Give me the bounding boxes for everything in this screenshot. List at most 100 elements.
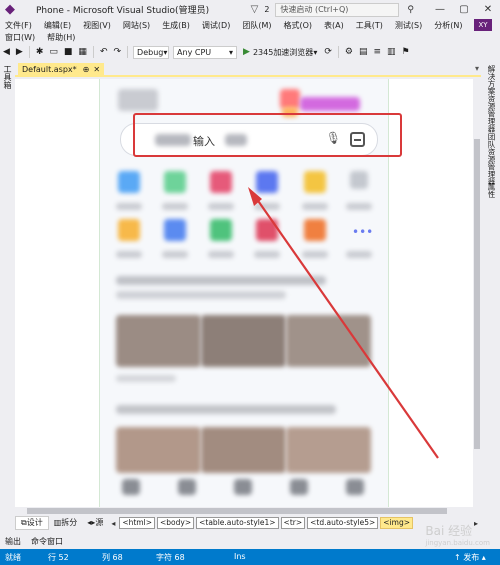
vertical-scrollbar[interactable]: [473, 79, 481, 507]
breadcrumb-body[interactable]: <body>: [156, 517, 195, 529]
tab-list-dropdown-icon[interactable]: ▾: [475, 64, 479, 73]
save-icon[interactable]: ■: [61, 47, 76, 57]
app-icon: [256, 171, 278, 193]
quick-launch-input[interactable]: 快速启动 (Ctrl+Q): [275, 2, 400, 17]
app-icon: [304, 219, 326, 241]
restore-button[interactable]: ▢: [452, 4, 476, 15]
properties-tab[interactable]: 属性: [486, 183, 497, 198]
menu-edit[interactable]: 编辑(E): [38, 20, 77, 31]
app-label: [116, 251, 142, 258]
menu-help[interactable]: 帮助(H): [41, 32, 81, 43]
menu-file[interactable]: 文件(F): [0, 20, 38, 31]
menu-bar-row-1: 文件(F) 编辑(E) 视图(V) 网站(S) 生成(B) 调试(D) 团队(M…: [0, 19, 500, 31]
breadcrumb-left-arrow-icon[interactable]: ◂: [108, 519, 118, 528]
format-icon[interactable]: ▤: [356, 47, 371, 57]
menu-test[interactable]: 测试(S): [389, 20, 428, 31]
feed-title-blurred: [116, 276, 326, 285]
app-label: [208, 203, 234, 210]
feed-title-blurred: [116, 291, 286, 299]
config-value: Debug: [137, 47, 164, 57]
menu-view[interactable]: 视图(V): [77, 20, 117, 31]
breadcrumb-img[interactable]: <img>: [380, 517, 413, 529]
run-browser-button[interactable]: ▶ 2345加速浏览器 ▾: [243, 47, 317, 58]
tab-output[interactable]: 输出: [0, 536, 26, 547]
breadcrumb-tr[interactable]: <tr>: [280, 517, 306, 529]
app-label: [116, 203, 142, 210]
vertical-scrollbar-thumb[interactable]: [474, 139, 480, 449]
bottom-nav-icon[interactable]: [122, 479, 140, 495]
forward-icon[interactable]: ▶: [13, 47, 26, 57]
tab-design-label: 设计: [26, 518, 43, 527]
bottom-nav-icon[interactable]: [234, 479, 252, 495]
indent-icon[interactable]: ≡: [370, 47, 384, 57]
close-window-button[interactable]: ✕: [476, 4, 500, 15]
menu-website[interactable]: 网站(S): [117, 20, 156, 31]
toolbox-tab[interactable]: 工具箱: [2, 65, 13, 89]
status-line: 行 52: [48, 553, 69, 562]
menu-tools[interactable]: 工具(T): [350, 20, 389, 31]
app-label: [346, 251, 372, 258]
solution-config-select[interactable]: Debug ▾: [133, 45, 170, 59]
comment-icon[interactable]: ▥: [384, 47, 399, 57]
more-apps-icon[interactable]: •••: [352, 225, 373, 239]
new-project-icon[interactable]: ✱: [33, 47, 47, 57]
platform-value: Any CPU: [177, 47, 212, 57]
menu-window[interactable]: 窗口(W): [0, 32, 41, 43]
notification-filter-icon[interactable]: ▽: [251, 4, 259, 15]
toolbar-separator: [92, 46, 94, 58]
bottom-nav-icon[interactable]: [346, 479, 364, 495]
breadcrumb-table[interactable]: <table.auto-style1>: [196, 517, 279, 529]
pin-icon[interactable]: ⊕: [83, 63, 90, 77]
back-icon[interactable]: ◀: [0, 47, 13, 57]
browser-link-icon[interactable]: ⚙: [342, 47, 356, 57]
horizontal-scrollbar-thumb[interactable]: [27, 508, 447, 514]
visual-studio-logo-icon: ◆: [5, 1, 15, 17]
watermark-url: jingyan.baidu.com: [425, 539, 490, 547]
chevron-down-icon: ▾: [313, 47, 318, 57]
menu-build[interactable]: 生成(B): [156, 20, 196, 31]
publish-button[interactable]: ↑ 发布 ▴: [454, 552, 486, 563]
app-label: [302, 251, 328, 258]
open-file-icon[interactable]: ▭: [46, 47, 61, 57]
app-icon: [210, 171, 232, 193]
breadcrumb-html[interactable]: <html>: [119, 517, 155, 529]
tab-split[interactable]: ▥ 拆分: [49, 516, 83, 530]
menu-analyze[interactable]: 分析(N): [428, 20, 468, 31]
bottom-nav-icon[interactable]: [178, 479, 196, 495]
refresh-icon[interactable]: ⟳: [321, 47, 335, 57]
menu-debug[interactable]: 调试(D): [196, 20, 236, 31]
tab-design[interactable]: ⧉ 设计: [15, 516, 49, 530]
app-label: [162, 203, 188, 210]
feed-title-blurred: [116, 405, 336, 414]
menu-format[interactable]: 格式(O): [277, 20, 318, 31]
bottom-nav-icon[interactable]: [290, 479, 308, 495]
solution-explorer-tab[interactable]: 解决方案资源管理器: [486, 65, 497, 133]
right-tool-rail: 解决方案资源管理器 团队资源管理器 属性: [482, 61, 500, 540]
undo-icon[interactable]: ↶: [97, 47, 111, 57]
close-tab-icon[interactable]: ✕: [93, 63, 100, 77]
app-icon: [164, 219, 186, 241]
minimize-button[interactable]: —: [428, 4, 452, 15]
redo-icon[interactable]: ↷: [110, 47, 124, 57]
status-bar: 就绪 行 52 列 68 字符 68 Ins ↑ 发布 ▴: [0, 549, 500, 565]
standard-toolbar: ◀ ▶ ✱ ▭ ■ ▦ ↶ ↷ Debug ▾ Any CPU ▾ ▶ 2345加速…: [0, 43, 500, 61]
feed-image: [286, 315, 371, 367]
solution-platform-select[interactable]: Any CPU ▾: [173, 45, 238, 59]
team-explorer-tab[interactable]: 团队资源管理器: [486, 133, 497, 186]
toolbar-separator: [28, 46, 30, 58]
quick-launch-search-icon[interactable]: ⚲: [407, 5, 414, 15]
user-avatar[interactable]: XY: [474, 19, 492, 31]
horizontal-scrollbar[interactable]: [15, 507, 481, 515]
menu-table[interactable]: 表(A): [318, 20, 350, 31]
tab-source[interactable]: ◂▸ 源: [82, 516, 108, 530]
bookmark-icon[interactable]: ⚑: [399, 47, 413, 57]
breadcrumb-td[interactable]: <td.auto-style5>: [307, 517, 379, 529]
feed-image: [286, 427, 371, 473]
toolbox-rail[interactable]: 工具箱: [0, 61, 12, 540]
menu-team[interactable]: 团队(M): [236, 20, 277, 31]
tab-default-aspx[interactable]: Default.aspx* ⊕ ✕: [18, 63, 105, 77]
document-tab-strip: Default.aspx* ⊕ ✕ ▾: [15, 63, 481, 77]
chevron-down-icon: ▾: [229, 47, 234, 57]
tab-command-window[interactable]: 命令窗口: [26, 536, 68, 547]
save-all-icon[interactable]: ▦: [75, 47, 90, 57]
